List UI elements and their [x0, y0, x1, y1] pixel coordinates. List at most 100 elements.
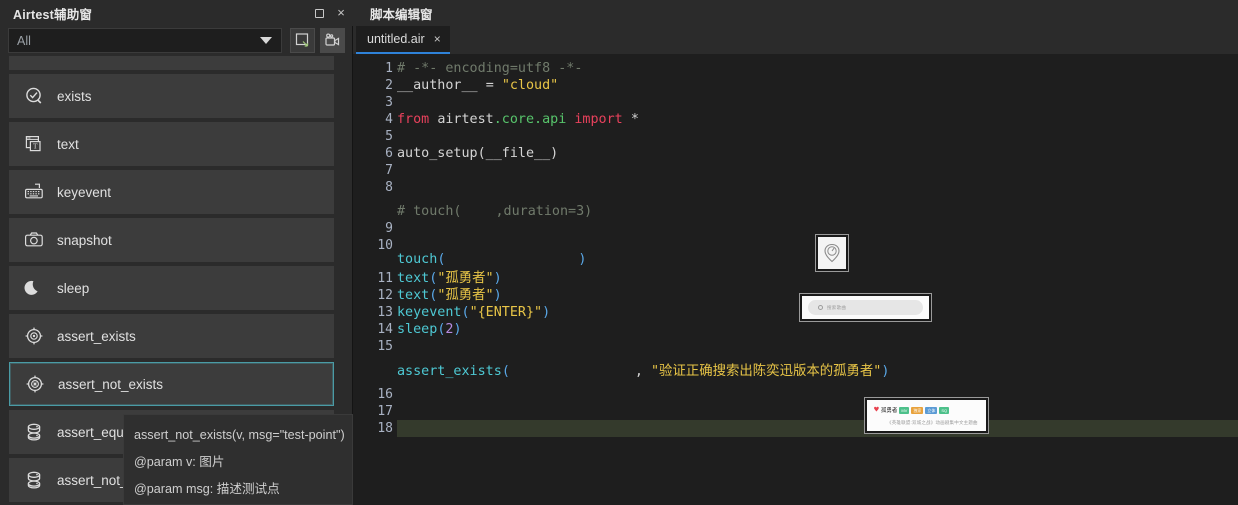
code-line[interactable]: from airtest.core.api import * — [397, 111, 639, 128]
tab-label: untitled.air — [367, 32, 425, 46]
code-token-op: ) — [578, 252, 587, 267]
code-token-str: "孤勇者" — [437, 271, 494, 286]
code-line[interactable]: touch() — [397, 251, 586, 268]
code-token-str: "{ENTER}" — [469, 305, 543, 320]
swipe-icon — [19, 56, 49, 58]
script-editor-panel: 脚本编辑窗 untitled.air × 搜索歌曲 ♥ 孤勇者 MV 独家 立体… — [353, 0, 1238, 505]
left-panel-title: Airtest辅助窗 — [13, 8, 93, 22]
target-circle-icon — [19, 326, 49, 346]
search-icon — [818, 305, 823, 310]
code-token-op: ) — [453, 322, 462, 337]
tooltip-param-msg: @param msg: 描述测试点 — [134, 482, 280, 496]
code-line[interactable]: auto_setup(__file__) — [397, 145, 558, 162]
close-window-button[interactable]: × — [332, 4, 350, 22]
code-token-com: # touch( — [397, 204, 462, 219]
search-result-title-row: ♥ 孤勇者 MV 独家 立体 SQ — [874, 405, 950, 414]
restore-window-button[interactable] — [310, 4, 328, 22]
code-line[interactable]: # -*- encoding=utf8 -*- — [397, 60, 582, 77]
code-token-str: "cloud" — [501, 78, 559, 93]
video-camera-icon — [325, 33, 340, 46]
line-number: 12 — [377, 288, 393, 303]
code-token-plain: , — [634, 364, 651, 379]
tooltip-param-v: @param v: 图片 — [134, 455, 225, 469]
record-video-button[interactable] — [320, 28, 345, 53]
command-item-assert-exists[interactable]: assert_exists — [9, 314, 334, 358]
code-token-op: ) — [493, 271, 502, 286]
current-line-highlight — [397, 420, 1238, 437]
code-line[interactable]: text("孤勇者") — [397, 270, 502, 287]
code-token-op: ) — [542, 305, 551, 320]
command-item-text[interactable]: Ttext — [9, 122, 334, 166]
command-item-label: exists — [57, 88, 92, 104]
search-bar-thumbnail-field: 搜索歌曲 — [808, 300, 923, 315]
line-number: 8 — [385, 180, 393, 195]
line-number: 18 — [377, 421, 393, 436]
code-token-kw: from — [397, 112, 438, 127]
code-token-op: ) — [881, 364, 890, 379]
command-item-assert-not-exists[interactable]: assert_not_exists — [9, 362, 334, 406]
touch-target-thumbnail[interactable] — [816, 235, 848, 271]
command-item-label: keyevent — [57, 184, 112, 200]
code-line[interactable]: # touch(,duration=3) — [397, 203, 592, 220]
command-item-swipe[interactable]: swipe — [9, 56, 334, 70]
code-line[interactable]: __author__ = "cloud" — [397, 77, 558, 94]
code-token-plain: __author__ — [397, 78, 486, 93]
search-result-thumbnail[interactable]: ♥ 孤勇者 MV 独家 立体 SQ 《英雄联盟:双城之战》动画剧集中文主题曲 — [865, 398, 988, 433]
command-item-exists[interactable]: exists — [9, 74, 334, 118]
result-tag-sq: SQ — [939, 406, 950, 414]
code-editor[interactable]: 搜索歌曲 ♥ 孤勇者 MV 独家 立体 SQ 《英雄联盟:双城之战》动画剧集中文… — [353, 54, 1238, 505]
line-number: 14 — [377, 322, 393, 337]
code-token-plain: auto_setup(__file__) — [397, 146, 559, 161]
code-token-op: ) — [493, 288, 502, 303]
tab-untitled-air[interactable]: untitled.air × — [356, 26, 450, 54]
close-icon[interactable]: × — [434, 32, 441, 46]
code-token-op: ( — [501, 364, 510, 379]
restore-icon — [314, 9, 324, 18]
code-token-plain: * — [630, 112, 639, 127]
line-number: 5 — [385, 129, 393, 144]
capture-screen-button[interactable] — [290, 28, 315, 53]
code-token-fn: keyevent — [397, 305, 462, 320]
command-item-snapshot[interactable]: snapshot — [9, 218, 334, 262]
command-item-label: text — [57, 136, 79, 152]
code-line[interactable]: keyevent("{ENTER}") — [397, 304, 550, 321]
left-panel-titlebar: Airtest辅助窗 × — [0, 0, 353, 26]
line-number: 7 — [385, 163, 393, 178]
command-item-sleep[interactable]: sleep — [9, 266, 334, 310]
search-bar-thumbnail[interactable]: 搜索歌曲 — [800, 294, 931, 321]
keyboard-icon — [19, 182, 49, 202]
code-token-fn: sleep — [397, 322, 438, 337]
code-token-fn: text — [397, 288, 430, 303]
command-item-label: assert_exists — [57, 328, 136, 344]
filter-dropdown[interactable]: All — [8, 28, 282, 53]
code-token-fn: assert_exists — [397, 364, 502, 379]
line-number: 6 — [385, 146, 393, 161]
code-line[interactable]: sleep(2) — [397, 321, 462, 338]
screen-capture-icon — [295, 33, 309, 47]
right-panel-titlebar: 脚本编辑窗 — [353, 0, 1238, 26]
code-token-op: ( — [437, 252, 446, 267]
line-number: 11 — [377, 271, 393, 286]
code-line[interactable]: assert_exists(, "验证正确搜索出陈奕迅版本的孤勇者") — [397, 363, 889, 380]
filter-toolbar: All — [0, 26, 353, 56]
command-item-keyevent[interactable]: keyevent — [9, 170, 334, 214]
close-icon: × — [337, 5, 345, 20]
code-line[interactable]: text("孤勇者") — [397, 287, 502, 304]
editor-tabbar: untitled.air × — [353, 26, 1238, 54]
code-token-com: # -*- encoding=utf8 -*- — [397, 61, 583, 76]
line-number: 13 — [377, 305, 393, 320]
line-number: 15 — [377, 339, 393, 354]
database-icon — [19, 422, 49, 442]
search-result-title: 孤勇者 — [880, 408, 898, 414]
airtest-ide-window: Airtest辅助窗 × All exists T text keyevent … — [0, 0, 1238, 505]
heart-icon: ♥ — [874, 405, 879, 414]
tooltip-signature: assert_not_exists(v, msg="test-point") — [134, 428, 345, 442]
database-icon — [19, 470, 49, 490]
line-number: 9 — [385, 221, 393, 236]
search-result-subtitle: 《英雄联盟:双城之战》动画剧集中文主题曲 — [887, 420, 978, 425]
airtest-assistant-panel: Airtest辅助窗 × All exists T text keyevent … — [0, 0, 686, 505]
line-number: 4 — [385, 112, 393, 127]
pointer-circle-icon — [824, 243, 840, 263]
camera-icon — [19, 230, 49, 250]
command-tooltip: assert_not_exists(v, msg="test-point") @… — [123, 414, 353, 505]
